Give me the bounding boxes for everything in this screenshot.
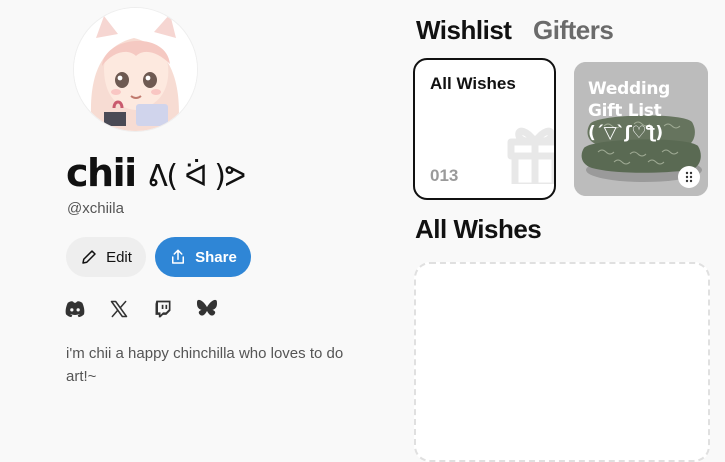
share-icon [172,249,185,264]
wish-drop-area[interactable] [414,262,710,462]
edit-button[interactable]: Edit [66,237,146,277]
wishlist-card-title: All Wishes [430,74,516,93]
avatar-image [74,8,197,131]
profile-bio: i'm chii a happy chinchilla who loves to… [66,345,344,385]
edit-button-label: Edit [106,248,132,266]
display-name-text: chii [66,151,148,195]
share-button[interactable]: Share [155,237,251,277]
wishlist-card-count: 013 [430,166,459,185]
display-name-kaomoji: ᕕ( ᐛ )ᕗ [147,159,246,194]
pencil-icon [82,250,96,264]
avatar[interactable] [74,8,197,131]
x-icon[interactable] [108,298,130,320]
tab-gifters[interactable]: Gifters [533,15,614,46]
twitch-icon[interactable] [152,298,174,320]
discord-icon[interactable] [64,298,86,320]
profile-handle: @xchiila [67,200,124,217]
display-name: chii ᕕ( ᐛ )ᕗ [66,147,246,203]
section-title: All Wishes [415,214,542,244]
tab-wishlist[interactable]: Wishlist [416,15,512,46]
wishlist-card-all-wishes[interactable]: All Wishes 013 [413,58,556,200]
wishlist-card-title: Wedding Gift List (´▽`ʃ♡ƪ) [588,79,671,143]
share-button-label: Share [195,248,237,266]
gift-icon [507,127,554,184]
bluesky-icon[interactable] [196,298,218,320]
drag-handle-icon[interactable] [678,166,700,188]
wishlist-card-wedding[interactable]: Wedding Gift List (´▽`ʃ♡ƪ) [574,62,708,196]
